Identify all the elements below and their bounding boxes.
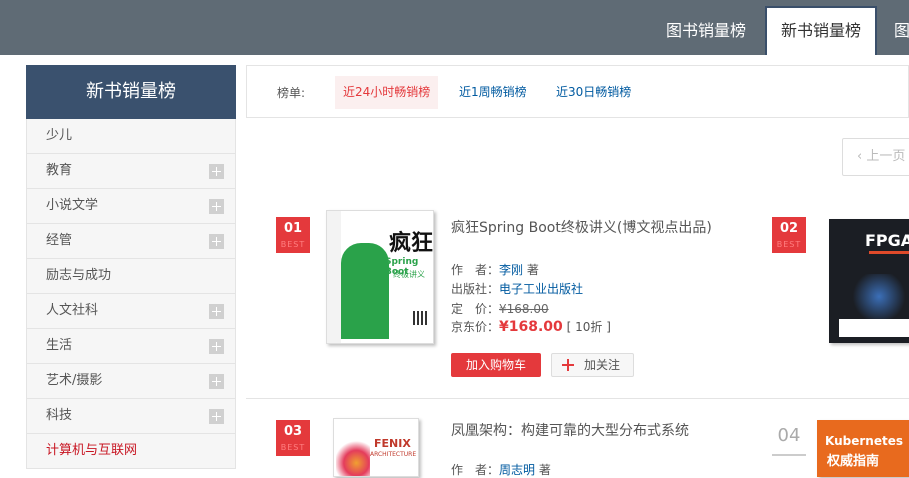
author-label: 作 者： bbox=[451, 263, 500, 277]
expand-plus-icon[interactable] bbox=[209, 409, 224, 424]
cover-chip-graphic bbox=[849, 274, 909, 319]
sidebar-item-label: 艺术/摄影 bbox=[46, 373, 103, 388]
book-list-price: 定 价：¥168.00 bbox=[451, 300, 549, 317]
cover-band bbox=[839, 319, 909, 337]
author-link[interactable]: 李刚 bbox=[499, 263, 523, 277]
add-to-cart-button[interactable]: 加入购物车 bbox=[451, 353, 541, 377]
expand-plus-icon[interactable] bbox=[209, 304, 224, 319]
filter-24h[interactable]: 近24小时畅销榜 bbox=[335, 76, 439, 109]
sidebar-item-label: 科技 bbox=[46, 408, 73, 423]
book-author: 作 者：周志明 著 bbox=[451, 461, 551, 478]
sidebar-item-education[interactable]: 教育 bbox=[26, 154, 236, 189]
expand-plus-icon[interactable] bbox=[209, 164, 224, 179]
book-cover-image[interactable]: FENIX ARCHITECTURE bbox=[333, 418, 419, 477]
chevron-left-icon: ‹ bbox=[857, 149, 863, 164]
tab-book-sales[interactable]: 图书销量榜 bbox=[648, 6, 764, 55]
list-price-label: 定 价： bbox=[451, 302, 500, 316]
expand-plus-icon[interactable] bbox=[209, 199, 224, 214]
price-value: ¥168.00 bbox=[499, 319, 563, 335]
sidebar-item-life[interactable]: 生活 bbox=[26, 329, 236, 364]
qr-code-icon bbox=[413, 311, 427, 325]
cover-figure bbox=[341, 243, 389, 339]
rank-badge: 02 BEST bbox=[772, 217, 806, 253]
book-publisher: 出版社：电子工业出版社 bbox=[451, 280, 583, 297]
book-title-link[interactable]: 疯狂Spring Boot终极讲义(博文视点出品) bbox=[451, 217, 712, 237]
filter-label: 榜单: bbox=[277, 86, 306, 100]
prev-page-button[interactable]: ‹ 上一页 bbox=[842, 138, 909, 176]
publisher-link[interactable]: 电子工业出版社 bbox=[499, 282, 583, 296]
sidebar-item-humanities[interactable]: 人文社科 bbox=[26, 294, 236, 329]
cover-title: Kubernetes bbox=[825, 434, 903, 448]
publisher-label: 出版社： bbox=[451, 282, 500, 296]
discount-label: [ 10折 ] bbox=[566, 320, 611, 334]
book-title-link[interactable]: 凤凰架构：构建可靠的大型分布式系统 bbox=[451, 420, 689, 440]
sidebar-item-business[interactable]: 经管 bbox=[26, 224, 236, 259]
row-divider bbox=[246, 398, 909, 399]
book-cover-image[interactable]: FPGA bbox=[829, 219, 909, 343]
follow-label: 加关注 bbox=[584, 358, 621, 372]
cover-phoenix-graphic bbox=[336, 439, 370, 476]
tab-truncated[interactable]: 图 bbox=[888, 6, 909, 55]
author-suffix: 著 bbox=[523, 263, 539, 277]
cover-subtitle: 权威指南 bbox=[827, 454, 880, 469]
author-suffix: 著 bbox=[535, 463, 551, 477]
sidebar-item-label: 人文社科 bbox=[46, 303, 99, 318]
list-price-value: ¥168.00 bbox=[499, 302, 549, 316]
sidebar-item-fiction[interactable]: 小说文学 bbox=[26, 189, 236, 224]
follow-button[interactable]: 加关注 bbox=[551, 353, 634, 377]
prev-page-label: 上一页 bbox=[866, 149, 906, 164]
best-label: BEST bbox=[280, 443, 306, 452]
sidebar-item-label: 少儿 bbox=[46, 128, 73, 143]
rank-badge: 01 BEST bbox=[276, 217, 310, 253]
rank-number: 04 bbox=[777, 425, 801, 446]
sidebar-title: 新书销量榜 bbox=[26, 65, 236, 119]
sidebar-item-label: 计算机与互联网 bbox=[46, 443, 138, 458]
book-author: 作 者：李刚 著 bbox=[451, 261, 539, 278]
sidebar-item-self-help[interactable]: 励志与成功 bbox=[26, 259, 236, 294]
rank-number: 02 bbox=[779, 221, 799, 236]
author-label: 作 者： bbox=[451, 463, 500, 477]
cover-subtitle-2: 终极讲义 bbox=[393, 270, 425, 279]
cover-stripe bbox=[869, 251, 909, 254]
sidebar-item-label: 生活 bbox=[46, 338, 73, 353]
expand-plus-icon[interactable] bbox=[209, 234, 224, 249]
price-label: 京东价： bbox=[451, 320, 500, 334]
rank-badge: 04 bbox=[772, 420, 806, 456]
ranking-filter-bar: 榜单: 近24小时畅销榜 近1周畅销榜 近30日畅销榜 bbox=[246, 65, 909, 118]
sidebar-item-label: 小说文学 bbox=[46, 198, 99, 213]
cover-subtitle: ARCHITECTURE bbox=[370, 451, 417, 458]
sidebar-item-label: 教育 bbox=[46, 163, 73, 178]
tab-new-book-sales[interactable]: 新书销量榜 bbox=[765, 6, 877, 55]
sidebar-item-computer-internet[interactable]: 计算机与互联网 bbox=[26, 434, 236, 469]
rank-number: 01 bbox=[283, 221, 303, 236]
sidebar-item-art-photo[interactable]: 艺术/摄影 bbox=[26, 364, 236, 399]
book-cover-image[interactable]: 疯狂 Spring Boot 终极讲义 bbox=[326, 210, 434, 344]
plus-icon bbox=[562, 359, 574, 371]
category-sidebar: 新书销量榜 少儿 教育 小说文学 经管 励志与成功 人文社科 生活 艺术/摄影 … bbox=[26, 65, 236, 477]
rank-number: 03 bbox=[283, 424, 303, 439]
sidebar-item-children[interactable]: 少儿 bbox=[26, 119, 236, 154]
filter-1week[interactable]: 近1周畅销榜 bbox=[451, 76, 535, 109]
expand-plus-icon[interactable] bbox=[209, 339, 224, 354]
best-label: BEST bbox=[280, 240, 306, 249]
cover-title: FPGA bbox=[865, 231, 909, 250]
best-label: BEST bbox=[776, 240, 802, 249]
sidebar-item-label: 经管 bbox=[46, 233, 73, 248]
filter-30days[interactable]: 近30日畅销榜 bbox=[548, 76, 639, 109]
cover-title: 疯狂 bbox=[389, 230, 434, 256]
cover-title: FENIX bbox=[374, 437, 411, 450]
top-nav-bar: 图书销量榜 新书销量榜 图 bbox=[0, 0, 909, 55]
author-link[interactable]: 周志明 bbox=[499, 463, 535, 477]
rank-badge: 03 BEST bbox=[276, 420, 310, 456]
sidebar-item-science[interactable]: 科技 bbox=[26, 399, 236, 434]
expand-plus-icon[interactable] bbox=[209, 374, 224, 389]
cover-spine bbox=[327, 211, 341, 343]
book-cover-image[interactable]: Kubernetes 权威指南 bbox=[817, 420, 909, 477]
sidebar-item-label: 励志与成功 bbox=[46, 268, 112, 283]
book-price: 京东价：¥168.00 [ 10折 ] bbox=[451, 318, 611, 335]
